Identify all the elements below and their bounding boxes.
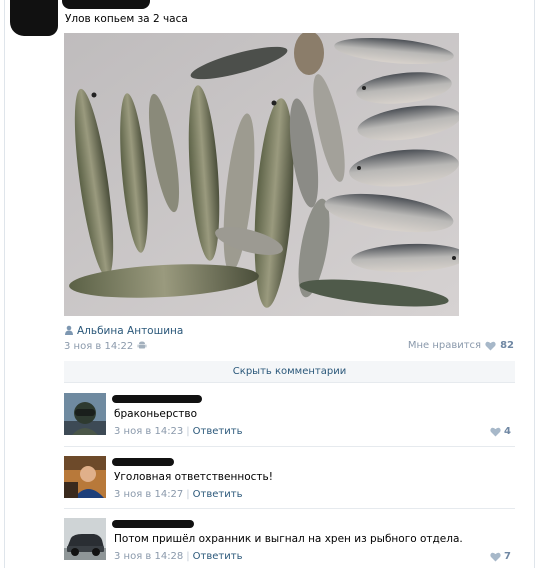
post-like-button[interactable]: Мне нравится 82 [408,340,514,351]
author-avatar[interactable] [10,0,58,36]
avatar-image [64,518,106,560]
comment-date[interactable]: 3 ноя в 14:28 [114,551,183,562]
reply-link[interactable]: Ответить [193,551,243,562]
like-count: 82 [500,340,514,351]
heart-icon [490,552,501,562]
reply-link[interactable]: Ответить [193,426,243,437]
commenter-name-redacted[interactable] [112,520,194,528]
fish-catch-image [64,33,459,316]
comment-meta: 3 ноя в 14:28 | Ответить [114,551,243,562]
comment-like-button[interactable]: 4 [490,426,511,437]
hide-comments-link[interactable]: Скрыть комментарии [64,361,515,383]
person-icon [65,325,73,335]
post-date-text[interactable]: 3 ноя в 14:22 [64,341,133,352]
commenter-name-redacted[interactable] [112,395,202,403]
post-text: Улов копьем за 2 часа [65,13,188,25]
comment-divider [64,446,515,447]
comment-date[interactable]: 3 ноя в 14:27 [114,489,183,500]
comment: браконьерство 3 ноя в 14:23 | Ответить 4 [64,393,515,441]
avatar-image [64,456,106,498]
comment-avatar[interactable] [64,456,106,498]
author-name-redacted[interactable] [62,0,150,9]
comment-like-button[interactable]: 7 [490,551,511,562]
comment: Потом пришёл охранник и выгнал на хрен и… [64,518,515,566]
comment-divider [64,508,515,509]
comment-avatar[interactable] [64,518,106,560]
reply-link[interactable]: Ответить [193,489,243,500]
comment-like-count: 7 [504,551,511,562]
signed-by[interactable]: Альбина Антошина [64,325,183,337]
comment-avatar[interactable] [64,393,106,435]
android-icon [137,341,147,349]
avatar-image [64,393,106,435]
heart-icon [490,427,501,437]
comment-text: Уголовная ответственность! [114,471,273,483]
comment-meta: 3 ноя в 14:27 | Ответить [114,489,243,500]
heart-icon [485,341,496,351]
like-label: Мне нравится [407,340,482,351]
post-photo[interactable] [64,33,459,316]
comment-meta: 3 ноя в 14:23 | Ответить [114,426,243,437]
comment-text: Потом пришёл охранник и выгнал на хрен и… [114,533,463,545]
comment: Уголовная ответственность! 3 ноя в 14:27… [64,456,515,504]
comment-date[interactable]: 3 ноя в 14:23 [114,426,183,437]
post-date[interactable]: 3 ноя в 14:22 [64,340,147,352]
signed-by-name[interactable]: Альбина Антошина [77,325,183,337]
comment-like-count: 4 [504,426,511,437]
commenter-name-redacted[interactable] [112,458,174,466]
comment-text: браконьерство [114,408,198,420]
